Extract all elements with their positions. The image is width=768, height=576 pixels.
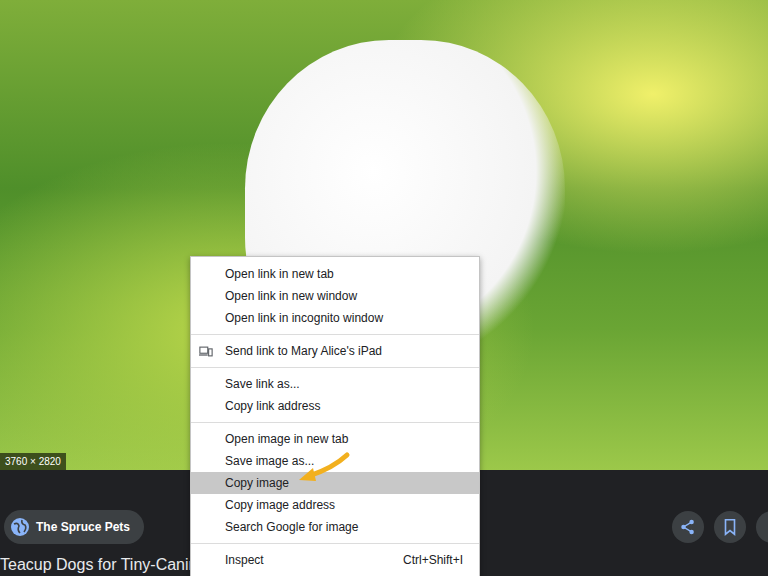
share-icon <box>679 518 697 536</box>
globe-icon <box>10 517 30 537</box>
menu-separator <box>191 543 479 544</box>
menu-item[interactable]: Open link in new tab <box>191 263 479 285</box>
menu-separator <box>191 334 479 335</box>
menu-item[interactable]: Open image in new tab <box>191 428 479 450</box>
menu-item[interactable]: Copy link address <box>191 395 479 417</box>
source-chip[interactable]: The Spruce Pets <box>4 510 144 544</box>
devices-icon <box>199 346 213 357</box>
more-icon <box>763 518 768 536</box>
screen: 3760 × 2820 The Spruce Pets Teacup Dogs … <box>0 0 768 576</box>
more-button[interactable] <box>756 511 768 543</box>
menu-item[interactable]: Send link to Mary Alice's iPad <box>191 340 479 362</box>
share-button[interactable] <box>672 511 704 543</box>
menu-item[interactable]: Open link in incognito window <box>191 307 479 329</box>
dimensions-badge: 3760 × 2820 <box>0 453 66 470</box>
menu-item[interactable]: Open link in new window <box>191 285 479 307</box>
menu-item[interactable]: Copy image <box>191 472 479 494</box>
menu-separator <box>191 422 479 423</box>
menu-item[interactable]: Inspect Ctrl+Shift+I <box>191 549 479 571</box>
context-menu: Open link in new tab Open link in new wi… <box>190 256 480 576</box>
menu-item[interactable]: Search Google for image <box>191 516 479 538</box>
menu-separator <box>191 367 479 368</box>
pointer-arrow-icon <box>293 450 353 486</box>
menu-item[interactable]: Save image as... <box>191 450 479 472</box>
menu-item[interactable]: Copy image address <box>191 494 479 516</box>
save-button[interactable] <box>714 511 746 543</box>
menu-item[interactable]: Save link as... <box>191 373 479 395</box>
bookmark-icon <box>721 518 739 536</box>
